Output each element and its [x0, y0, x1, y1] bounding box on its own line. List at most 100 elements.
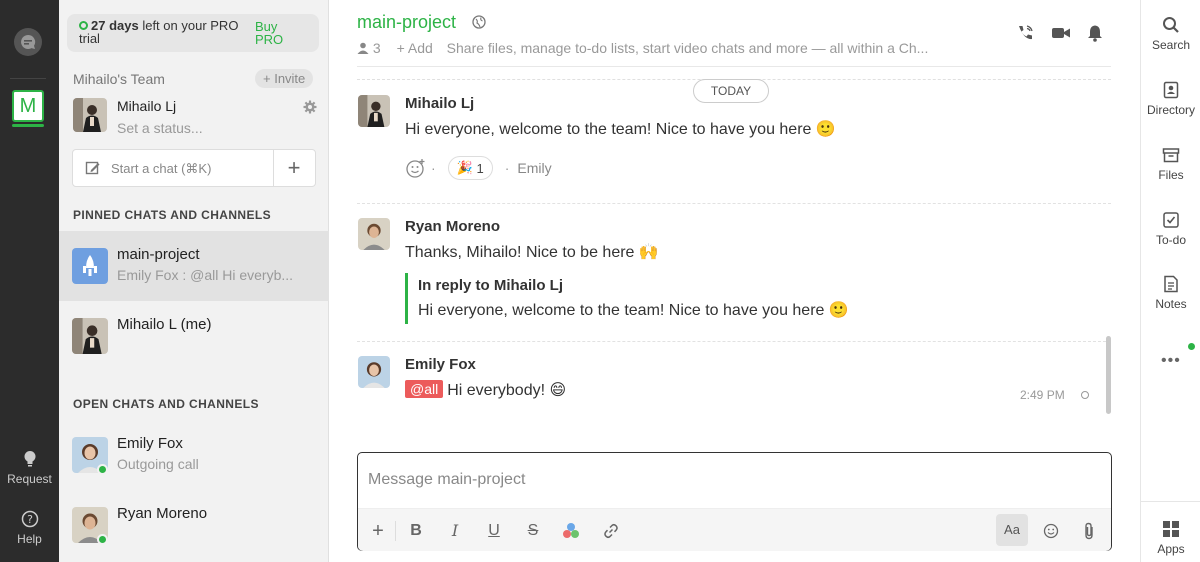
link-icon[interactable]	[599, 519, 623, 543]
chat-item-name: main-project	[117, 246, 200, 263]
notification-badge	[1188, 343, 1195, 350]
avatar[interactable]	[358, 95, 390, 127]
reaction-pill[interactable]: 🎉 1	[447, 156, 493, 180]
bell-icon[interactable]	[1087, 24, 1103, 42]
add-reaction-icon[interactable]	[405, 158, 427, 178]
message-input[interactable]	[368, 465, 1068, 495]
channel-description: Share files, manage to-do lists, start v…	[446, 40, 929, 56]
more-options-icon[interactable]: •••	[1161, 352, 1181, 370]
notes-icon	[1164, 275, 1178, 293]
chat-item-mihailo-me[interactable]: Mihailo L (me)	[59, 301, 329, 371]
color-palette-icon[interactable]	[559, 519, 583, 543]
message-composer: + B I U S Aa	[357, 452, 1112, 551]
team-switcher-button[interactable]: M	[12, 90, 44, 122]
lightbulb-icon	[24, 451, 35, 467]
message-author[interactable]: Emily Fox	[405, 356, 476, 373]
avatar	[72, 318, 108, 354]
files-button[interactable]: Files	[1141, 146, 1200, 182]
underline-icon[interactable]: U	[482, 519, 506, 543]
message-author[interactable]: Mihailo Lj	[405, 95, 474, 112]
date-divider-today: TODAY	[693, 79, 769, 103]
italic-icon[interactable]: I	[443, 519, 467, 543]
search-button[interactable]: Search	[1141, 16, 1200, 52]
emoji-icon[interactable]	[1039, 519, 1063, 543]
help-icon: ?	[21, 510, 38, 528]
chat-item-preview: Emily Fox : @all Hi everyb...	[117, 267, 294, 283]
pinned-header: PINNED CHATS AND CHANNELS	[73, 208, 272, 222]
avatar[interactable]	[358, 218, 390, 250]
reacted-by: Emily	[517, 160, 552, 176]
message-author[interactable]: Ryan Moreno	[405, 218, 500, 235]
plus-icon[interactable]: +	[366, 519, 390, 543]
phone-icon[interactable]	[1016, 24, 1034, 42]
chat-item-main-project[interactable]: main-project Emily Fox : @all Hi everyb.…	[59, 231, 329, 301]
reply-text: Hi everyone, welcome to the team! Nice t…	[418, 302, 849, 319]
read-status-icon	[1081, 391, 1089, 399]
left-rail: M Request ? Help	[0, 0, 59, 562]
channel-title[interactable]: main-project	[357, 12, 456, 33]
notes-button[interactable]: Notes	[1141, 275, 1200, 311]
globe-icon	[472, 15, 486, 29]
message-divider	[357, 341, 1111, 342]
member-count[interactable]: 3	[373, 40, 381, 56]
channel-meta: 3 + Add Share files, manage to-do lists,…	[357, 40, 928, 56]
reaction-emoji: 🎉	[456, 160, 473, 175]
checkbox-icon	[1163, 212, 1179, 228]
new-chat-plus-button[interactable]: +	[273, 150, 315, 186]
bold-icon[interactable]: B	[404, 519, 428, 543]
apps-divider	[1141, 501, 1200, 502]
start-chat-box[interactable]: Start a chat (⌘K) +	[72, 149, 316, 187]
members-icon[interactable]	[357, 42, 369, 54]
user-name: Mihailo Lj	[117, 98, 177, 114]
request-label: Request	[7, 472, 52, 486]
mention-badge[interactable]: @all	[405, 380, 444, 398]
user-avatar[interactable]	[73, 98, 107, 132]
todo-button[interactable]: To-do	[1141, 211, 1200, 247]
right-rail: Search Directory Files To-do Notes ••• A…	[1140, 0, 1200, 562]
help-button[interactable]: ? Help	[0, 510, 59, 546]
message-text: @all Hi everybody! 😄	[405, 380, 566, 400]
chat-item-ryan-moreno[interactable]: Ryan Moreno	[59, 490, 329, 560]
add-member-link[interactable]: + Add	[397, 40, 433, 56]
reply-quote[interactable]: In reply to Mihailo Lj Hi everyone, welc…	[405, 273, 849, 324]
files-icon	[1162, 148, 1180, 163]
formatting-toggle-button[interactable]: Aa	[996, 514, 1028, 546]
set-status-link[interactable]: Set a status...	[117, 120, 203, 136]
avatar[interactable]	[358, 356, 390, 388]
buy-pro-link[interactable]: Buy PRO	[255, 20, 295, 46]
header-divider	[357, 66, 1111, 67]
video-call-icon[interactable]	[1051, 24, 1071, 42]
request-button[interactable]: Request	[0, 450, 59, 486]
online-status-dot	[97, 464, 108, 475]
reaction-row: · 🎉 1 · Emily	[405, 155, 552, 181]
reaction-count: 1	[476, 160, 484, 176]
message-timestamp: 2:49 PM	[1020, 388, 1065, 402]
online-status-dot	[97, 534, 108, 545]
apps-label: Apps	[1157, 542, 1185, 556]
directory-label: Directory	[1146, 103, 1195, 117]
app-logo-icon[interactable]	[14, 28, 42, 56]
invite-button[interactable]: + Invite	[255, 69, 314, 88]
chat-item-name: Mihailo L (me)	[117, 316, 212, 333]
scrollbar[interactable]	[1106, 336, 1111, 414]
toolbar-divider	[395, 521, 396, 541]
active-team-indicator	[12, 124, 44, 127]
apps-grid-icon	[1163, 521, 1179, 537]
reply-header: In reply to Mihailo Lj	[418, 277, 564, 294]
attachment-icon[interactable]	[1077, 519, 1101, 543]
trial-status-icon	[79, 21, 88, 30]
trial-banner: 27 days left on your PRO trial Buy PRO	[67, 14, 319, 52]
todo-label: To-do	[1155, 233, 1187, 247]
apps-button[interactable]: Apps	[1141, 520, 1200, 556]
directory-button[interactable]: Directory	[1141, 81, 1200, 117]
directory-icon	[1163, 81, 1179, 99]
message-divider	[357, 203, 1111, 204]
notes-label: Notes	[1155, 297, 1187, 311]
settings-gear-icon[interactable]	[303, 100, 317, 119]
strikethrough-icon[interactable]: S	[521, 519, 545, 543]
channel-rocket-icon	[72, 248, 108, 284]
start-chat-label: Start a chat (⌘K)	[111, 161, 212, 176]
chat-item-emily-fox[interactable]: Emily Fox Outgoing call	[59, 420, 329, 490]
open-header: OPEN CHATS AND CHANNELS	[73, 397, 259, 411]
files-label: Files	[1158, 168, 1184, 182]
